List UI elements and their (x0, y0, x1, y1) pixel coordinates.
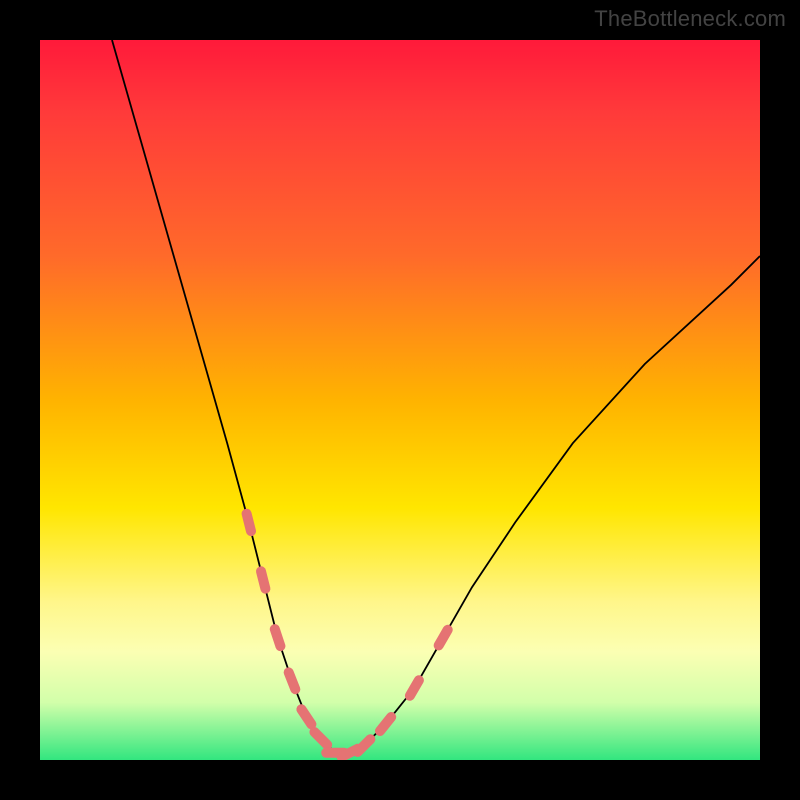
highlight-marker (314, 732, 327, 745)
highlight-marker (289, 672, 296, 689)
highlight-marker (261, 571, 265, 588)
highlight-marker (410, 680, 419, 696)
gradient-plot-area (40, 40, 760, 760)
highlight-marker (380, 717, 391, 731)
highlight-marker (247, 514, 251, 531)
highlight-marker (439, 630, 448, 646)
highlight-points (247, 514, 448, 757)
highlight-marker (301, 709, 311, 724)
chart-frame: TheBottleneck.com (0, 0, 800, 800)
chart-svg (40, 40, 760, 760)
watermark-text: TheBottleneck.com (594, 6, 786, 32)
highlight-marker (358, 739, 371, 752)
highlight-marker (275, 629, 281, 646)
